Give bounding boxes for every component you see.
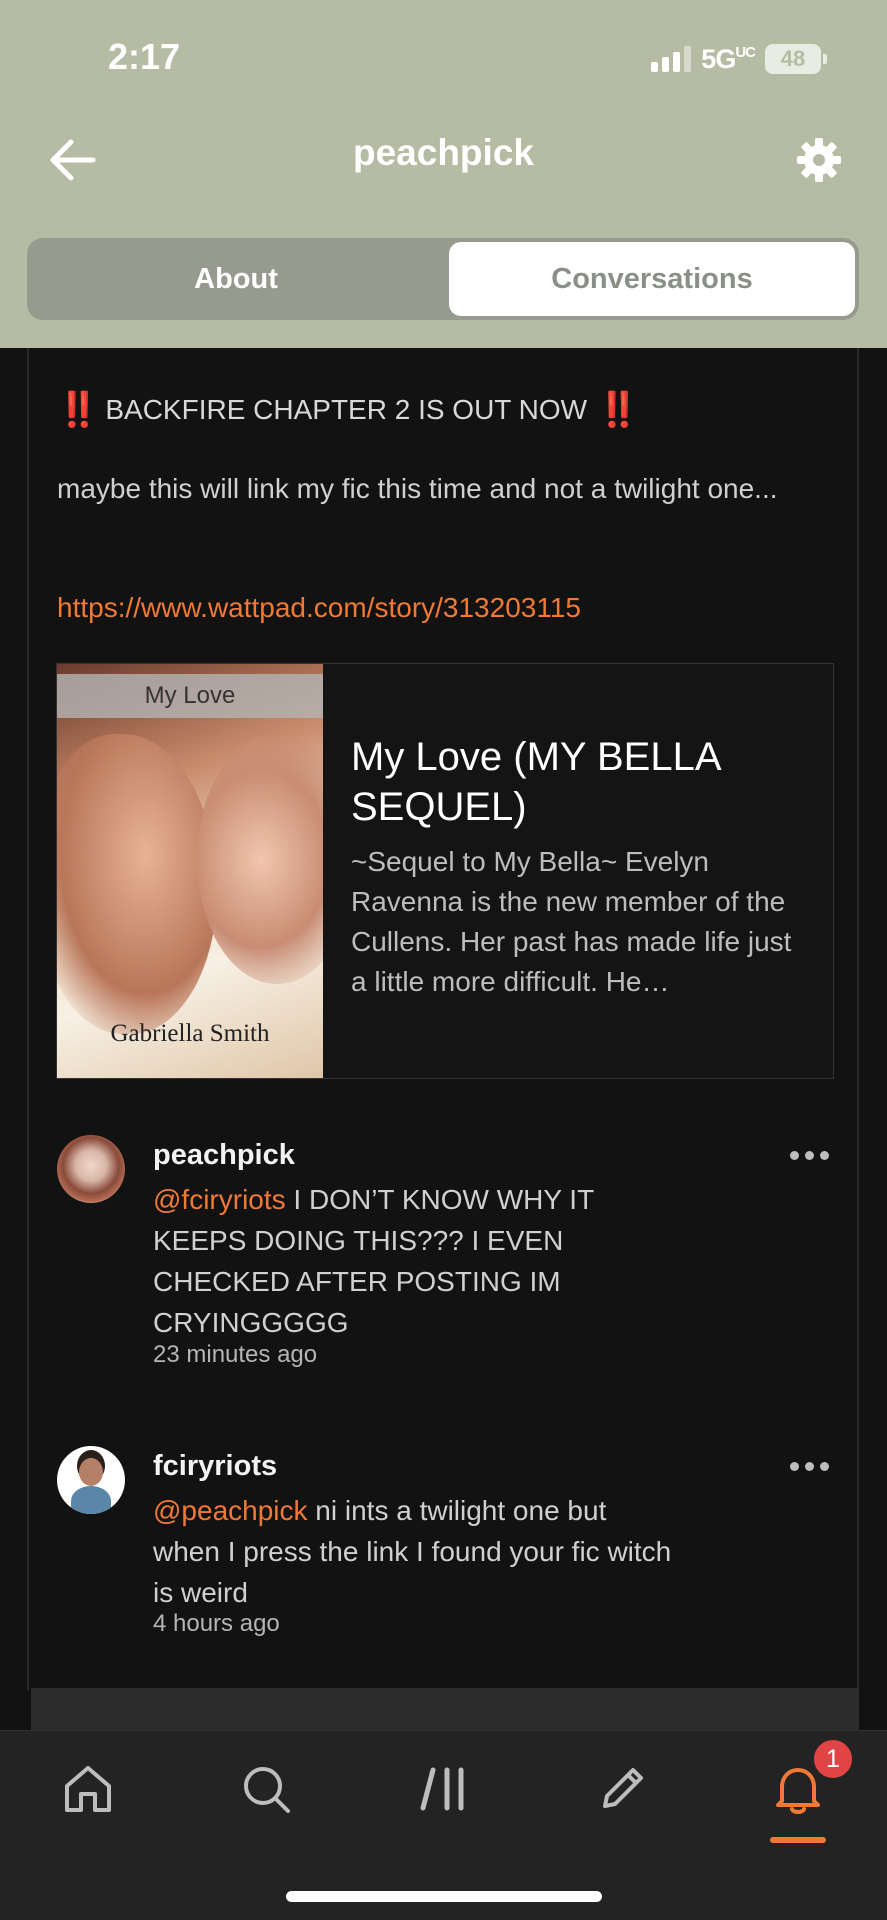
double-exclamation-icon: ‼️ [597,391,639,429]
story-title: My Love (MY BELLA SEQUEL) [351,735,720,829]
status-time: 2:17 [108,36,181,77]
comment-item: fciryriots @peachpick ni ints a twilight… [57,1446,837,1646]
more-options-button[interactable] [781,1135,837,1175]
tab-conversations[interactable]: Conversations [449,242,855,316]
comment-text: @peachpick ni ints a twilight one but wh… [153,1490,673,1613]
home-indicator [286,1891,602,1902]
page-title: peachpick [353,132,534,173]
post-headline-text: BACKFIRE CHAPTER 2 IS OUT NOW [105,394,588,425]
avatar[interactable] [57,1446,125,1514]
nav-search[interactable] [226,1749,306,1829]
app-header: 2:17 5GUC 48 peachpick About Conversatio… [0,0,887,348]
signal-icon [651,46,692,72]
library-icon [420,1767,464,1811]
comment-timestamp: 4 hours ago [153,1610,280,1637]
comment-timestamp: 23 minutes ago [153,1341,318,1368]
comment-username[interactable]: fciryriots [153,1450,277,1483]
cover-author: Gabriella Smith [110,1020,270,1047]
settings-button[interactable] [787,128,851,192]
comment-text: @fciryriots I DON’T KNOW WHY IT KEEPS DO… [153,1179,673,1343]
home-icon [65,1766,111,1812]
tab-bar: About Conversations [27,238,859,320]
story-description: ~Sequel to My Bella~ Evelyn Ravenna is t… [351,846,792,997]
comment-item: peachpick @fciryriots I DON’T KNOW WHY I… [57,1135,837,1375]
conversation-thread: ‼️ BACKFIRE CHAPTER 2 IS OUT NOW ‼️ mayb… [27,348,859,1748]
story-cover-image: My Love Gabriella Smith [57,664,323,1078]
write-icon [603,1768,643,1808]
comment-username[interactable]: peachpick [153,1139,295,1172]
nav-home[interactable] [48,1749,128,1829]
post-body: maybe this will link my fic this time an… [57,473,778,504]
post-link[interactable]: https://www.wattpad.com/story/313203115 [57,592,581,624]
battery-icon: 48 [765,44,827,74]
mention-link[interactable]: @peachpick [153,1495,308,1526]
double-exclamation-icon: ‼️ [57,391,99,429]
more-options-button[interactable] [781,1446,837,1486]
network-sub: UC [735,43,756,61]
post-headline: ‼️ BACKFIRE CHAPTER 2 IS OUT NOW ‼️ [57,390,837,430]
mention-link[interactable]: @fciryriots [153,1184,286,1215]
search-icon [244,1767,290,1813]
story-link-card[interactable]: My Love Gabriella Smith My Love (MY BELL… [56,663,834,1079]
nav-write[interactable] [582,1749,662,1829]
nav-library[interactable] [404,1749,484,1829]
network-type: 5G [701,43,736,74]
active-tab-indicator [770,1837,826,1843]
notification-badge: 1 [812,1738,854,1780]
avatar[interactable] [57,1135,125,1203]
tab-about[interactable]: About [31,242,441,316]
bottom-navigation: 1 [0,1730,887,1920]
battery-level: 48 [765,44,821,74]
cover-title: My Love [57,674,323,718]
gear-icon [797,138,841,182]
status-indicators: 5GUC 48 [651,42,827,76]
network-label: 5GUC [701,43,756,75]
